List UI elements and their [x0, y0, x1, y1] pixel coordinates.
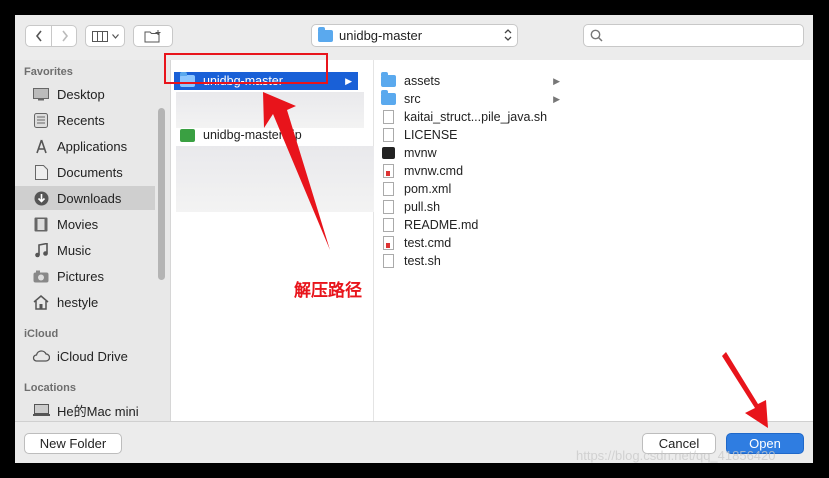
annotation-label: 解压路径 [294, 281, 362, 300]
watermark: https://blog.csdn.net/qq_41856420 [576, 448, 776, 463]
arrow-to-folder [263, 92, 330, 250]
arrow-to-open-button [722, 352, 768, 428]
annotation-arrows [263, 92, 768, 428]
